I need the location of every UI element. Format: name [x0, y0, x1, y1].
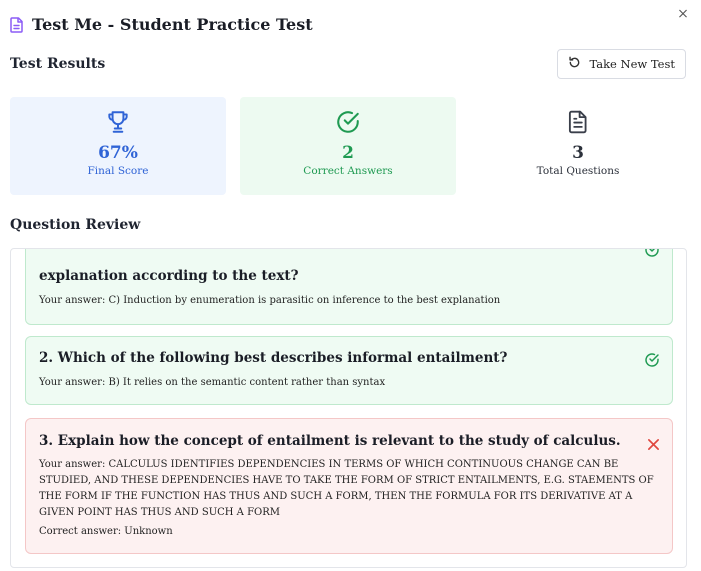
correct-answer: Correct answer: Unknown [39, 526, 173, 537]
app-title: Test Me - Student Practice Test [32, 15, 313, 34]
your-answer: Your answer: CALCULUS IDENTIFIES DEPENDE… [39, 459, 654, 518]
document-icon [565, 109, 591, 135]
test-results-heading: Test Results [10, 56, 106, 72]
take-new-test-label: Take New Test [589, 57, 675, 71]
question-card: explanation according to the text? Your … [25, 249, 673, 325]
correct-answers-value: 2 [342, 143, 354, 163]
window-title-bar: Test Me - Student Practice Test [10, 15, 313, 34]
final-score-card: 67% Final Score [10, 97, 226, 195]
take-new-test-button[interactable]: Take New Test [557, 49, 686, 79]
correct-answers-label: Correct Answers [303, 165, 393, 177]
final-score-value: 67% [98, 143, 138, 163]
correct-answers-card: 2 Correct Answers [240, 97, 456, 195]
your-answer: Your answer: B) It relies on the semanti… [39, 377, 386, 388]
question-review-list[interactable]: explanation according to the text? Your … [10, 248, 687, 568]
your-answer: Your answer: C) Induction by enumeration… [39, 295, 501, 306]
check-circle-icon [644, 352, 660, 372]
question-card: 2. Which of the following best describes… [25, 336, 673, 405]
stats-row: 67% Final Score 2 Correct Answers 3 Tota… [10, 97, 686, 195]
x-mark-icon [647, 436, 660, 455]
total-questions-value: 3 [572, 143, 584, 163]
question-text: 2. Which of the following best describes… [39, 350, 508, 366]
refresh-icon [568, 56, 581, 72]
check-circle-icon [644, 249, 660, 262]
close-icon[interactable]: × [675, 6, 691, 22]
question-text: 3. Explain how the concept of entailment… [39, 433, 621, 449]
final-score-label: Final Score [87, 165, 149, 177]
question-review-heading: Question Review [10, 217, 141, 233]
question-text: explanation according to the text? [39, 268, 299, 284]
check-circle-icon [335, 109, 361, 135]
total-questions-card: 3 Total Questions [470, 97, 686, 195]
total-questions-label: Total Questions [536, 165, 620, 177]
question-card: 3. Explain how the concept of entailment… [25, 418, 673, 554]
trophy-icon [105, 109, 131, 135]
document-icon [10, 16, 24, 33]
